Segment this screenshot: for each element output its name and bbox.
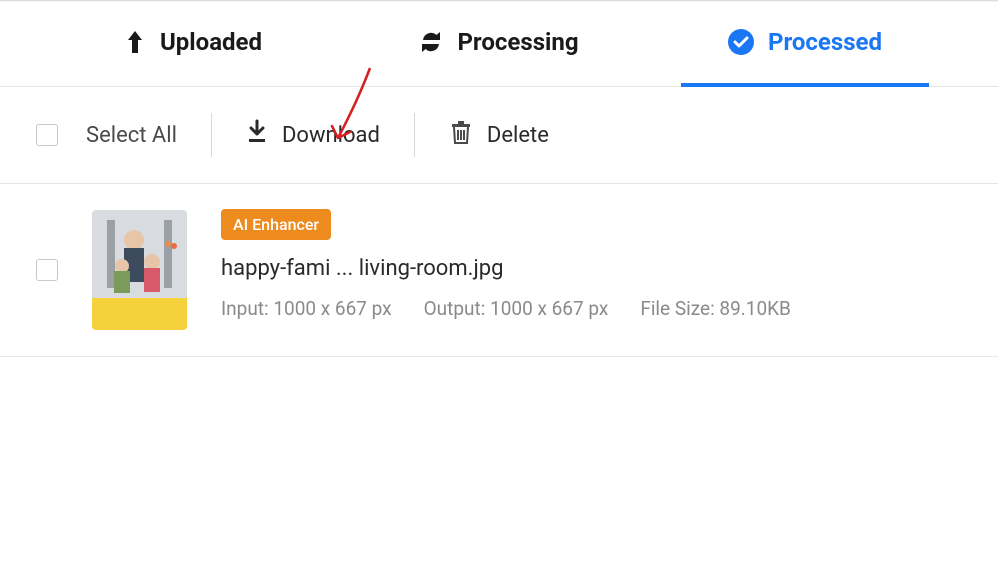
file-size: File Size: 89.10KB — [640, 297, 791, 320]
tabs-bar: Uploaded Processing Processed — [0, 2, 998, 87]
download-icon — [246, 119, 268, 151]
refresh-icon — [419, 30, 443, 54]
check-circle-icon — [728, 29, 754, 55]
toolbar: Select All Download Delete — [0, 87, 998, 184]
download-button[interactable]: Download — [246, 119, 380, 151]
file-checkbox[interactable] — [36, 259, 58, 281]
tab-processing[interactable]: Processing — [346, 20, 652, 86]
file-thumbnail[interactable] — [92, 210, 187, 330]
file-row: AI Enhancer happy-fami ... living-room.j… — [0, 184, 998, 357]
input-dimensions: Input: 1000 x 667 px — [221, 297, 392, 320]
delete-button[interactable]: Delete — [449, 119, 549, 151]
divider — [211, 113, 212, 157]
select-all-checkbox[interactable] — [36, 124, 58, 146]
delete-label: Delete — [487, 123, 549, 148]
tab-processing-label: Processing — [457, 28, 578, 56]
download-label: Download — [282, 123, 380, 148]
enhancement-badge: AI Enhancer — [221, 209, 331, 240]
tab-uploaded-label: Uploaded — [160, 28, 262, 56]
trash-icon — [449, 119, 473, 151]
tab-uploaded[interactable]: Uploaded — [40, 20, 346, 86]
file-meta: Input: 1000 x 667 px Output: 1000 x 667 … — [221, 297, 791, 320]
tab-processed[interactable]: Processed — [652, 20, 958, 86]
file-info: AI Enhancer happy-fami ... living-room.j… — [221, 209, 791, 320]
output-dimensions: Output: 1000 x 667 px — [424, 297, 609, 320]
file-name: happy-fami ... living-room.jpg — [221, 256, 791, 281]
tab-processed-label: Processed — [768, 28, 882, 56]
select-all-label: Select All — [86, 123, 177, 148]
divider — [414, 113, 415, 157]
upload-icon — [124, 29, 146, 55]
